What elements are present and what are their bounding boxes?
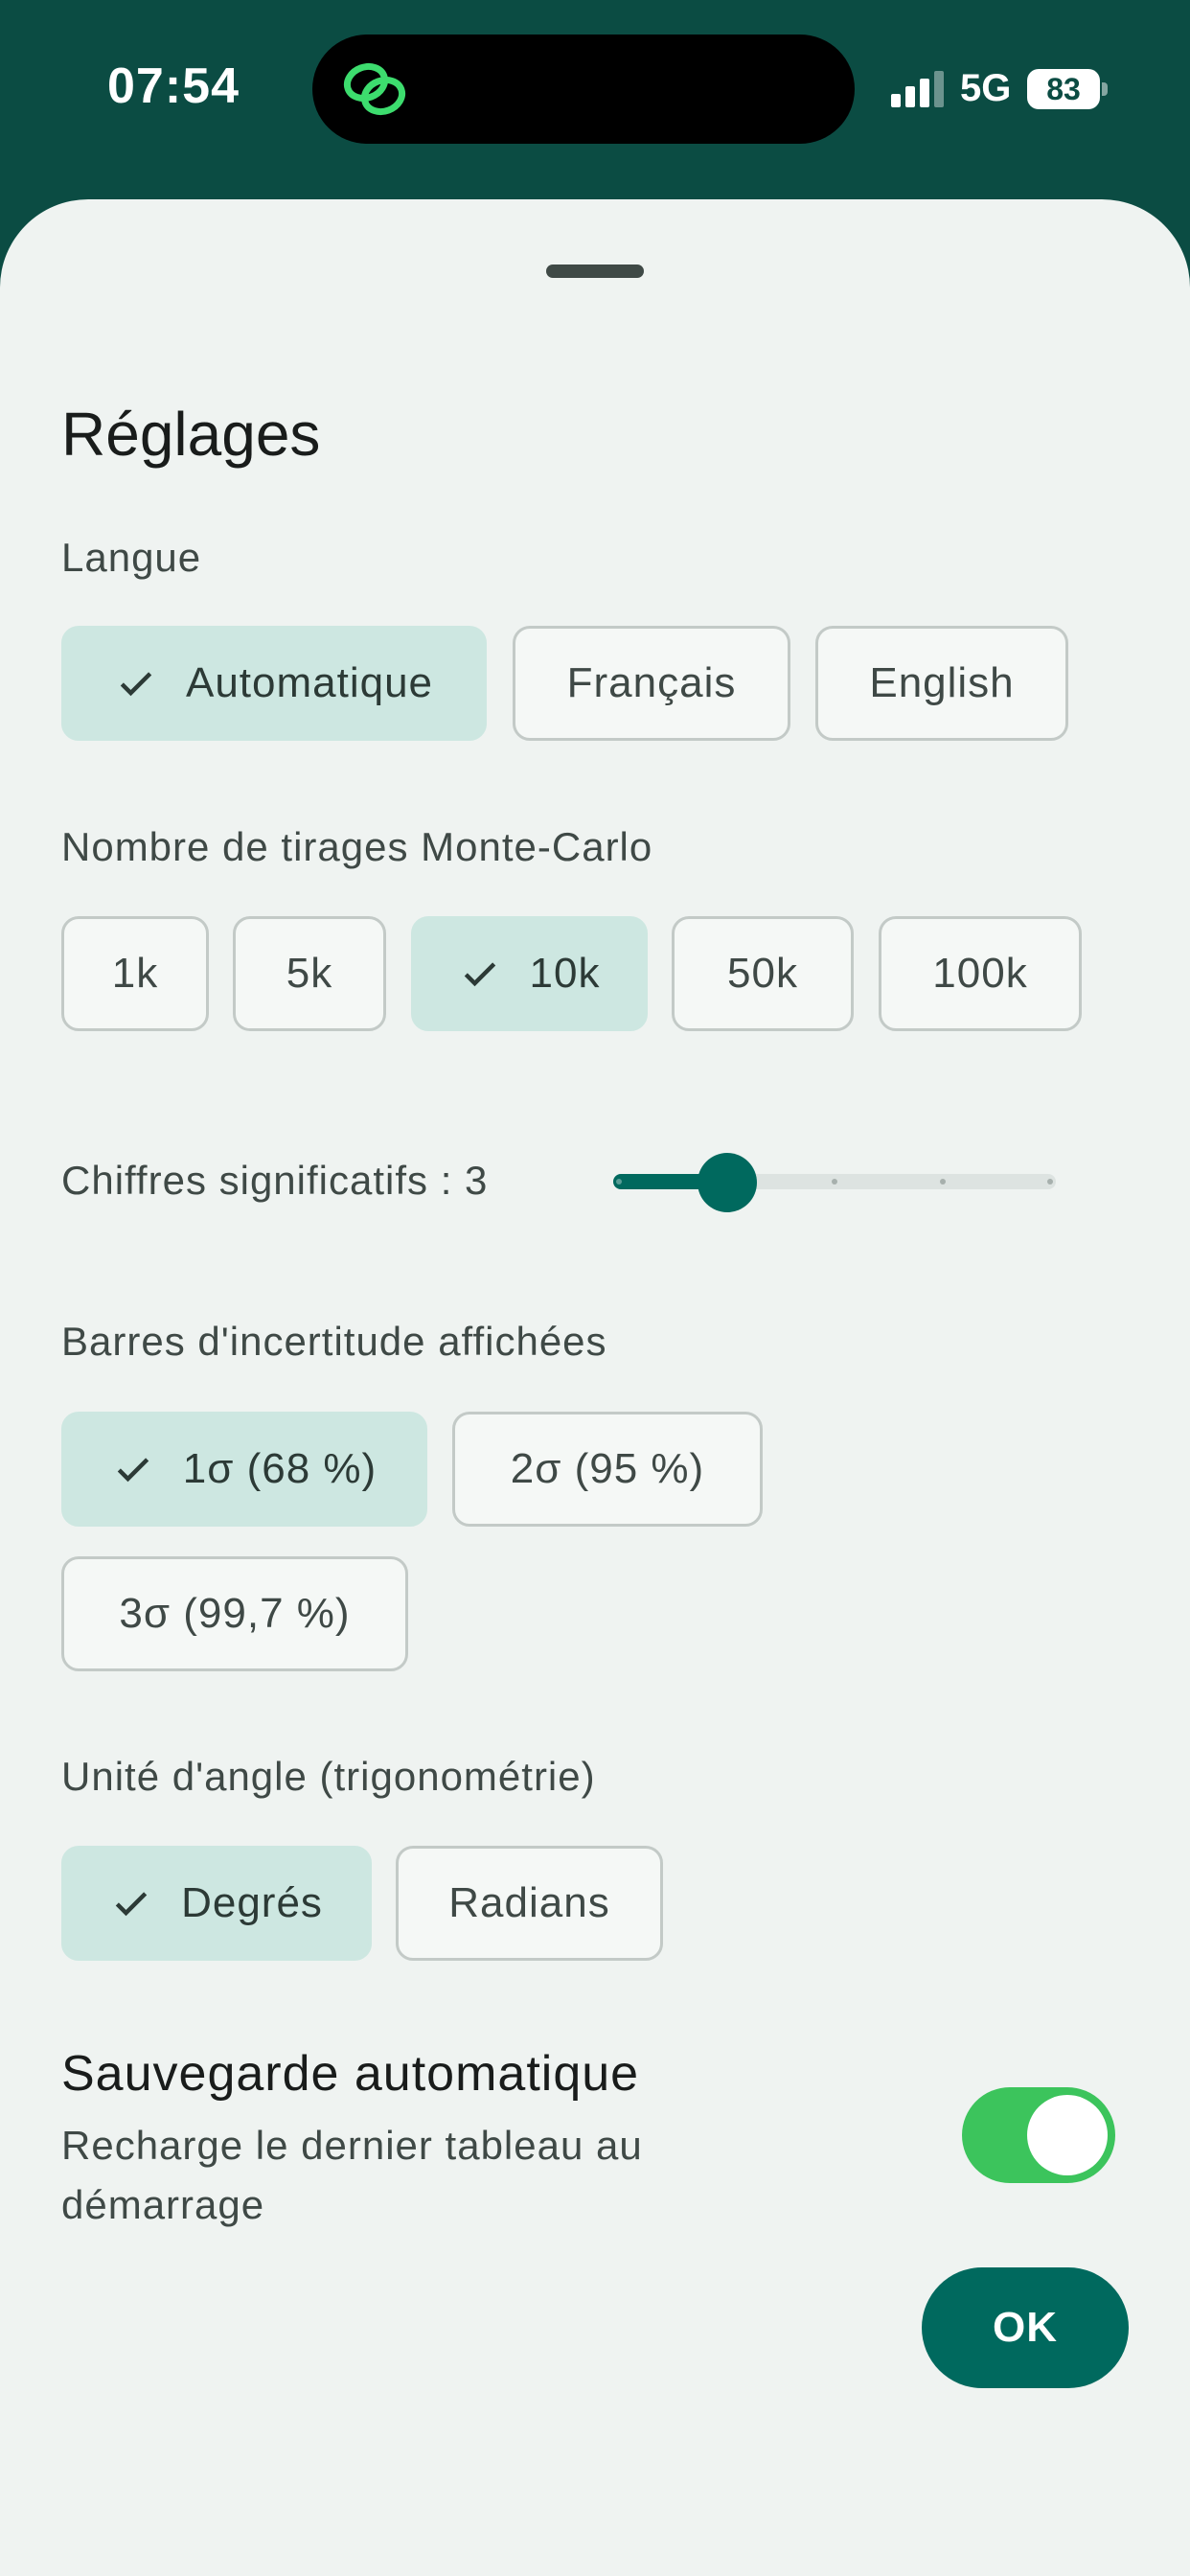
slider-tick: [939, 1179, 946, 1184]
slider-tick: [1047, 1179, 1053, 1184]
monte-carlo-label: Nombre de tirages Monte-Carlo: [61, 824, 653, 869]
chip-label: 50k: [727, 950, 798, 997]
angle-unit-label: Unité d'angle (trigonométrie): [61, 1754, 596, 1799]
chip-sigma-3[interactable]: 3σ (99,7 %): [61, 1556, 408, 1671]
network-label: 5G: [960, 67, 1012, 109]
chip-label: 1k: [111, 950, 159, 997]
chip-language-automatic[interactable]: Automatique: [61, 626, 487, 741]
check-icon: [117, 1458, 149, 1483]
chip-label: 5k: [286, 950, 333, 997]
chain-link-icon: [343, 62, 406, 116]
chip-label: Degrés: [181, 1879, 323, 1926]
chip-draws-50k[interactable]: 50k: [672, 916, 854, 1031]
language-label: Langue: [61, 535, 202, 580]
settings-sheet: Réglages Langue Automatique Français Eng…: [0, 199, 1190, 2576]
chip-sigma-2[interactable]: 2σ (95 %): [452, 1412, 763, 1527]
chip-label: Radians: [448, 1879, 610, 1926]
dynamic-island: [312, 34, 855, 144]
autosave-title: Sauvegarde automatique: [61, 2046, 640, 2102]
page-title: Réglages: [61, 400, 321, 469]
chip-angle-degrees[interactable]: Degrés: [61, 1846, 372, 1961]
chip-label: 10k: [529, 950, 601, 997]
slider-tick: [832, 1179, 837, 1184]
chip-language-french[interactable]: Français: [513, 626, 790, 741]
check-icon: [115, 1892, 148, 1917]
chip-label: 100k: [932, 950, 1028, 997]
significant-digits-label: Chiffres significatifs : 3: [61, 1158, 489, 1203]
chip-label: 3σ (99,7 %): [119, 1590, 351, 1637]
chip-label: 2σ (95 %): [510, 1445, 705, 1492]
battery-icon: 83: [1027, 69, 1108, 109]
autosave-subtitle: Recharge le dernier tableau au démarrage: [61, 2123, 643, 2227]
chip-draws-5k[interactable]: 5k: [233, 916, 386, 1031]
ok-button-label: OK: [993, 2304, 1058, 2351]
chip-sigma-1[interactable]: 1σ (68 %): [61, 1412, 427, 1527]
slider-thumb[interactable]: [697, 1153, 757, 1212]
battery-level: 83: [1027, 69, 1100, 109]
signal-bars-icon: [891, 71, 944, 107]
chip-label: 1σ (68 %): [182, 1445, 378, 1492]
chip-label: English: [869, 659, 1015, 706]
toggle-knob: [1027, 2095, 1108, 2175]
chip-angle-radians[interactable]: Radians: [396, 1846, 663, 1961]
status-time: 07:54: [107, 58, 240, 114]
chip-label: Français: [566, 659, 737, 706]
autosave-toggle[interactable]: [962, 2087, 1115, 2183]
sheet-drag-handle[interactable]: [546, 264, 644, 278]
chip-draws-10k[interactable]: 10k: [411, 916, 648, 1031]
status-bar: 07:54 5G 83: [0, 0, 1190, 182]
ok-button[interactable]: OK: [922, 2267, 1129, 2388]
chip-draws-100k[interactable]: 100k: [879, 916, 1082, 1031]
check-icon: [464, 962, 495, 987]
chip-label: Automatique: [185, 659, 434, 706]
error-bars-label: Barres d'incertitude affichées: [61, 1319, 607, 1364]
check-icon: [120, 672, 152, 697]
chip-language-english[interactable]: English: [815, 626, 1068, 741]
chip-draws-1k[interactable]: 1k: [61, 916, 209, 1031]
slider-tick: [616, 1179, 622, 1184]
